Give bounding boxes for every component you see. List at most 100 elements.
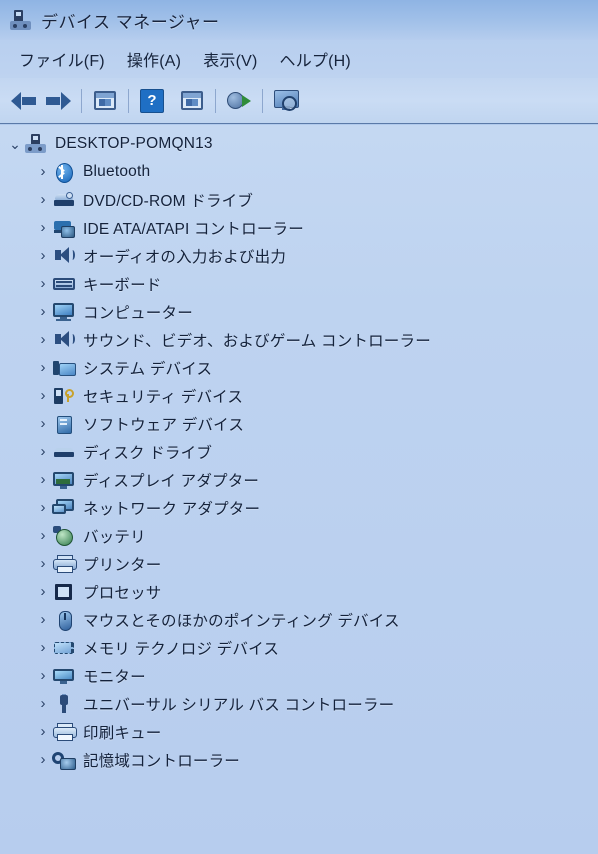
tree-item-label: ソフトウェア デバイス	[83, 417, 245, 434]
ide-controller-icon	[52, 218, 76, 238]
chevron-right-icon[interactable]: ›	[34, 494, 52, 522]
update-driver-monitor-icon	[273, 90, 299, 111]
chevron-right-icon[interactable]: ›	[34, 270, 52, 298]
memory-technology-icon	[52, 638, 76, 658]
chevron-right-icon[interactable]: ›	[34, 662, 52, 690]
device-tree[interactable]: ⌄ DESKTOP-POMQN13 › Bluetooth › DVD/CD-R…	[0, 125, 598, 854]
chevron-right-icon[interactable]: ›	[34, 634, 52, 662]
chevron-right-icon[interactable]: ›	[34, 690, 52, 718]
tree-item-keyboard[interactable]: › キーボード	[0, 270, 598, 298]
chevron-right-icon[interactable]: ›	[34, 550, 52, 578]
printer-icon	[52, 554, 77, 574]
tree-item-storage-controllers[interactable]: › 記憶域コントローラー	[0, 746, 598, 774]
toolbar-separator	[81, 88, 82, 113]
toolbar-show-hidden[interactable]	[175, 86, 209, 116]
toolbar-separator	[215, 88, 216, 113]
sound-video-game-icon	[52, 330, 76, 350]
chevron-right-icon[interactable]: ›	[34, 354, 52, 382]
chevron-right-icon[interactable]: ›	[34, 466, 52, 494]
software-device-icon	[52, 414, 76, 434]
toolbar-separator	[262, 88, 263, 113]
tree-item-label: ユニバーサル シリアル バス コントローラー	[83, 697, 395, 714]
forward-arrow-icon	[45, 91, 71, 111]
toolbar: ?	[0, 78, 598, 124]
chevron-right-icon[interactable]: ›	[34, 746, 52, 774]
chevron-right-icon[interactable]: ›	[34, 410, 52, 438]
chevron-right-icon[interactable]: ›	[34, 578, 52, 606]
tree-item-monitors[interactable]: › モニター	[0, 662, 598, 690]
chevron-right-icon[interactable]: ›	[34, 242, 52, 270]
tree-item-label: オーディオの入力および出力	[83, 249, 287, 266]
computer-icon	[24, 134, 48, 154]
tree-item-audio-io[interactable]: › オーディオの入力および出力	[0, 242, 598, 270]
tree-item-batteries[interactable]: › バッテリ	[0, 522, 598, 550]
tree-item-sound-video-game[interactable]: › サウンド、ビデオ、およびゲーム コントローラー	[0, 326, 598, 354]
back-arrow-icon	[11, 91, 37, 111]
chevron-right-icon[interactable]: ›	[34, 606, 52, 634]
processor-icon	[52, 582, 76, 602]
menu-view[interactable]: 表示(V)	[192, 44, 268, 74]
tree-item-processors[interactable]: › プロセッサ	[0, 578, 598, 606]
tree-root-node[interactable]: ⌄ DESKTOP-POMQN13	[0, 130, 598, 158]
menu-file[interactable]: ファイル(F)	[8, 44, 116, 74]
tree-item-mice-pointing[interactable]: › マウスとそのほかのポインティング デバイス	[0, 606, 598, 634]
audio-io-icon	[52, 246, 76, 266]
tree-item-display-adapters[interactable]: › ディスプレイ アダプター	[0, 466, 598, 494]
toolbar-scan-hardware[interactable]	[222, 86, 256, 116]
tree-item-label: 印刷キュー	[83, 725, 162, 742]
toolbar-back[interactable]	[7, 86, 41, 116]
disk-drive-icon	[52, 442, 76, 462]
tree-item-system-devices[interactable]: › システム デバイス	[0, 354, 598, 382]
chevron-right-icon[interactable]: ›	[34, 522, 52, 550]
chevron-right-icon[interactable]: ›	[34, 214, 52, 242]
menu-help[interactable]: ヘルプ(H)	[269, 44, 362, 74]
usb-controller-icon	[52, 694, 76, 714]
chevron-right-icon[interactable]: ›	[34, 326, 52, 354]
security-device-icon	[52, 386, 76, 406]
tree-item-memory-technology[interactable]: › メモリ テクノロジ デバイス	[0, 634, 598, 662]
tree-item-security-devices[interactable]: › セキュリティ デバイス	[0, 382, 598, 410]
tree-item-label: ディスプレイ アダプター	[83, 473, 260, 490]
device-manager-window: デバイス マネージャー ファイル(F) 操作(A) 表示(V) ヘルプ(H) ?	[0, 0, 598, 854]
chevron-right-icon[interactable]: ›	[34, 438, 52, 466]
keyboard-icon	[52, 274, 76, 294]
toolbar-properties[interactable]	[88, 86, 122, 116]
tree-item-label: プリンター	[83, 557, 162, 574]
tree-item-ide-controller[interactable]: › IDE ATA/ATAPI コントローラー	[0, 214, 598, 242]
tree-item-usb-controllers[interactable]: › ユニバーサル シリアル バス コントローラー	[0, 690, 598, 718]
chevron-right-icon[interactable]: ›	[34, 382, 52, 410]
display-adapter-icon	[52, 470, 76, 490]
toolbar-update-driver[interactable]	[269, 86, 303, 116]
tree-item-disk-drives[interactable]: › ディスク ドライブ	[0, 438, 598, 466]
device-manager-icon	[10, 10, 32, 30]
chevron-right-icon[interactable]: ›	[34, 718, 52, 746]
tree-item-label: DVD/CD-ROM ドライブ	[83, 193, 254, 210]
chevron-right-icon[interactable]: ›	[34, 158, 52, 186]
toolbar-forward[interactable]	[41, 86, 75, 116]
tree-item-label: ネットワーク アダプター	[83, 501, 261, 518]
tree-item-printers[interactable]: › プリンター	[0, 550, 598, 578]
chevron-right-icon[interactable]: ›	[34, 298, 52, 326]
tree-item-computer[interactable]: › コンピューター	[0, 298, 598, 326]
tree-item-software-devices[interactable]: › ソフトウェア デバイス	[0, 410, 598, 438]
dvd-drive-icon	[52, 190, 76, 210]
menu-action[interactable]: 操作(A)	[116, 44, 192, 74]
tree-item-network-adapters[interactable]: › ネットワーク アダプター	[0, 494, 598, 522]
tree-item-label: メモリ テクノロジ デバイス	[83, 641, 280, 658]
bluetooth-icon	[52, 162, 76, 183]
tree-item-print-queues[interactable]: › 印刷キュー	[0, 718, 598, 746]
tree-item-label: ディスク ドライブ	[83, 445, 213, 462]
storage-controller-icon	[52, 750, 76, 770]
tree-item-label: システム デバイス	[83, 361, 213, 378]
tree-item-label: IDE ATA/ATAPI コントローラー	[83, 221, 304, 238]
chevron-right-icon[interactable]: ›	[34, 186, 52, 214]
tree-item-dvd-cdrom[interactable]: › DVD/CD-ROM ドライブ	[0, 186, 598, 214]
menu-bar: ファイル(F) 操作(A) 表示(V) ヘルプ(H)	[0, 40, 598, 78]
tree-item-bluetooth[interactable]: › Bluetooth	[0, 158, 598, 186]
properties-icon	[94, 91, 116, 110]
print-queue-icon	[52, 722, 77, 742]
toolbar-help[interactable]: ?	[135, 86, 169, 116]
tree-item-label: バッテリ	[83, 529, 146, 546]
monitor-icon	[52, 666, 76, 686]
chevron-down-icon[interactable]: ⌄	[6, 130, 24, 158]
